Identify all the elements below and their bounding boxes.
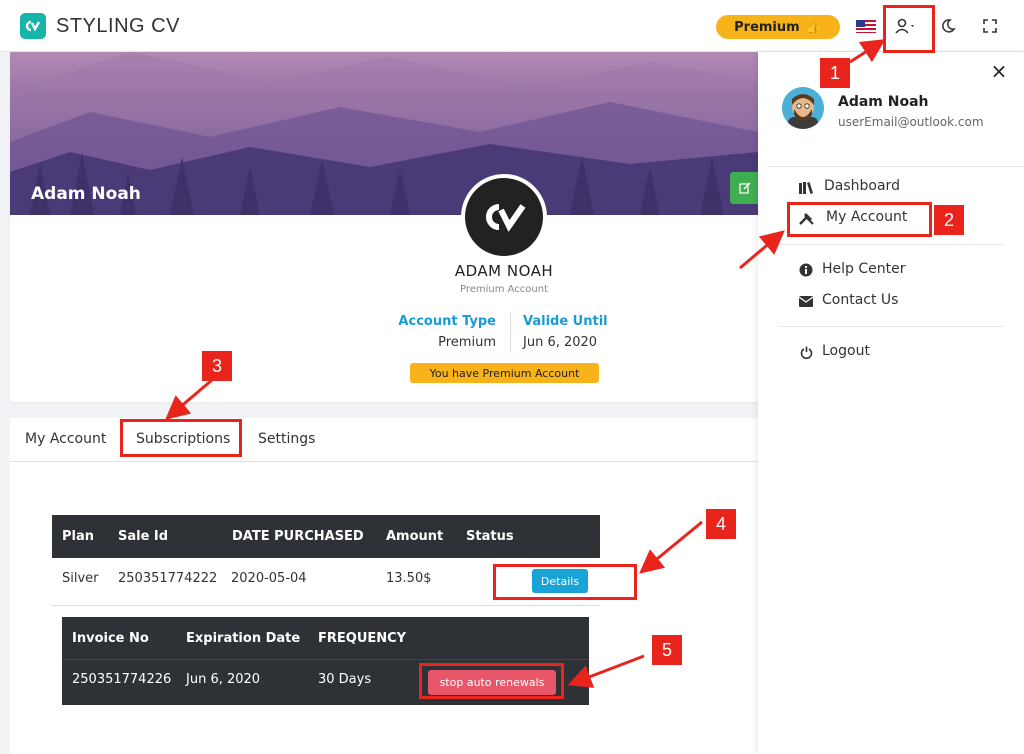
date-cell: 2020-05-04 (231, 571, 307, 586)
divider (768, 166, 1024, 167)
moon-icon (942, 19, 956, 33)
top-bar: STYLING CV Premium 👍 (0, 0, 1024, 52)
dropdown-user-email: userEmail@outlook.com (838, 115, 984, 129)
annotation-number-3: 3 (202, 351, 232, 381)
profile-banner: Adam Noah (10, 52, 758, 215)
expiration-cell: Jun 6, 2020 (186, 672, 261, 687)
dropdown-item-dashboard[interactable]: Dashboard (824, 178, 900, 194)
divider (778, 326, 1004, 327)
profile-avatar (461, 174, 547, 260)
column-header: Invoice No (72, 631, 149, 646)
column-header: FREQUENCY (318, 631, 407, 646)
annotation-number-5: 5 (652, 635, 682, 665)
column-header: Plan (62, 529, 95, 544)
profile-account-label: Premium Account (459, 284, 549, 295)
power-icon (798, 344, 814, 360)
thumbs-up-icon: 👍 (805, 19, 822, 35)
envelope-icon (798, 293, 814, 309)
column-header: Sale Id (118, 529, 169, 544)
amount-cell: 13.50$ (386, 571, 432, 586)
account-divider (510, 312, 511, 352)
annotation-box-1 (883, 5, 935, 53)
account-type-value: Premium (438, 335, 496, 350)
profile-card: Adam Noah ADAM NOAH Premium Account Acco… (10, 52, 760, 402)
profile-name: ADAM NOAH (454, 262, 554, 280)
row-divider (52, 605, 600, 606)
us-flag-icon[interactable] (856, 20, 876, 33)
user-dropdown-panel: × Adam Noah userEmail@outlook.com Dashbo… (758, 52, 1024, 754)
account-type-header: Account Type (398, 314, 496, 329)
annotation-box-2 (787, 202, 932, 237)
valid-until-column: Valide Until Jun 6, 2020 (523, 314, 608, 350)
premium-status-badge: You have Premium Account (410, 363, 599, 383)
subscriptions-table-header: Plan Sale Id DATE PURCHASED Amount Statu… (52, 515, 600, 558)
info-icon (798, 262, 814, 278)
valid-until-header: Valide Until (523, 314, 608, 329)
fullscreen-icon (983, 19, 997, 33)
divider (778, 244, 1004, 245)
tab-my-account[interactable]: My Account (25, 431, 106, 447)
annotation-box-3 (120, 419, 242, 457)
sale-id-cell: 250351774222 (118, 571, 218, 586)
dropdown-user-name: Adam Noah (838, 94, 929, 110)
column-header: Expiration Date (186, 631, 301, 646)
premium-label: Premium (734, 19, 800, 35)
column-header: DATE PURCHASED (232, 529, 364, 544)
column-header: Amount (386, 529, 444, 544)
plan-cell: Silver (62, 571, 99, 586)
annotation-number-4: 4 (706, 509, 736, 539)
close-icon[interactable]: × (990, 61, 1008, 81)
subscriptions-panel (10, 462, 758, 754)
frequency-cell: 30 Days (318, 672, 372, 687)
tab-settings[interactable]: Settings (258, 431, 315, 447)
logo-text: STYLING CV (56, 14, 180, 37)
valid-until-value: Jun 6, 2020 (523, 335, 598, 350)
column-header: Status (466, 529, 514, 544)
row-divider (62, 659, 589, 660)
banner-user-name: Adam Noah (31, 184, 141, 204)
logo-icon (20, 13, 46, 39)
dark-mode-toggle[interactable] (936, 14, 960, 38)
dropdown-item-contact-us[interactable]: Contact Us (822, 292, 898, 308)
avatar (782, 87, 824, 129)
books-icon (798, 180, 814, 196)
logo[interactable]: STYLING CV (20, 13, 180, 39)
edit-icon (739, 182, 751, 194)
annotation-number-1: 1 (820, 58, 850, 88)
annotation-box-4 (493, 564, 637, 600)
invoice-cell: 250351774226 (72, 672, 172, 687)
fullscreen-button[interactable] (978, 14, 1002, 38)
dropdown-item-logout[interactable]: Logout (822, 343, 870, 359)
account-type-column: Account Type Premium (398, 314, 496, 350)
annotation-box-5 (419, 663, 564, 699)
premium-button[interactable]: Premium 👍 (716, 15, 840, 39)
cv-logo-icon (486, 204, 526, 232)
edit-profile-button[interactable] (730, 172, 760, 204)
annotation-number-2: 2 (934, 205, 964, 235)
user-avatar-illustration (782, 87, 824, 129)
dropdown-item-help-center[interactable]: Help Center (822, 261, 906, 277)
